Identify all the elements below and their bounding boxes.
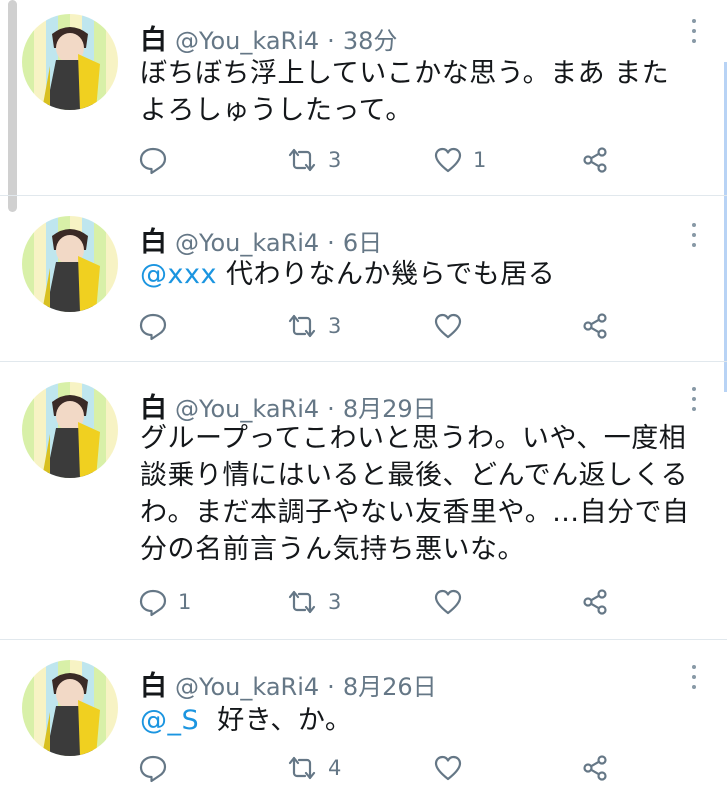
retweet-button[interactable]: 3 [286, 306, 341, 346]
separator-dot: · [327, 27, 335, 55]
retweet-count: 3 [328, 590, 342, 614]
separator-dot: · [327, 229, 335, 257]
reply-button[interactable]: 1 [138, 582, 191, 622]
timestamp[interactable]: 38分 [343, 21, 398, 56]
share-icon [583, 589, 607, 615]
timestamp[interactable]: 8月26日 [343, 667, 437, 702]
timeline: 白 @You_kaRi4 · 38分 ぼちぼち浮上していこかな思う。まあ また … [0, 0, 727, 800]
share-icon [583, 755, 607, 781]
retweet-icon [288, 314, 316, 338]
tweet-line: よろしゅうしたって。 [140, 95, 413, 126]
like-button[interactable] [433, 748, 473, 788]
tweet-actions: 3 [0, 306, 727, 346]
heart-icon [434, 147, 462, 173]
retweet-icon [288, 756, 316, 780]
tweet[interactable]: 白 @You_kaRi4 · 8月29日 グループってこわいと思うわ。いや、一度… [0, 362, 727, 640]
like-button[interactable]: 1 [433, 140, 486, 180]
like-button[interactable] [433, 582, 473, 622]
display-name[interactable]: 白 [140, 18, 167, 57]
avatar-image [42, 27, 100, 110]
more-vertical-icon[interactable] [684, 16, 704, 46]
reply-button[interactable] [138, 306, 178, 346]
user-handle[interactable]: @You_kaRi4 [175, 395, 319, 423]
tweet-header: 白 @You_kaRi4 · 8月26日 [140, 664, 437, 703]
tweet-line: 好き、か。 [199, 705, 353, 736]
user-handle[interactable]: @You_kaRi4 [175, 27, 319, 55]
retweet-button[interactable]: 3 [286, 140, 341, 180]
share-button[interactable] [580, 582, 610, 622]
retweet-icon [288, 590, 316, 614]
tweet-line: 談乗り情にはいると最後、どんでん返しくる [140, 460, 689, 491]
share-button[interactable] [580, 140, 610, 180]
share-icon [583, 147, 607, 173]
heart-icon [434, 589, 462, 615]
avatar[interactable] [22, 14, 118, 110]
reply-count: 1 [178, 590, 192, 614]
tweet-text: ぼちぼち浮上していこかな思う。まあ また よろしゅうしたって。 [140, 55, 710, 129]
retweet-count: 3 [328, 148, 342, 172]
mention-link[interactable]: @xxx [140, 259, 217, 290]
tweet-line: グループってこわいと思うわ。いや、一度相 [140, 423, 687, 454]
avatar[interactable] [22, 382, 118, 478]
avatar-image [42, 229, 100, 312]
reply-icon [139, 313, 167, 341]
tweet-line: ぼちぼち浮上していこかな思う。まあ また [140, 58, 670, 89]
tweet-actions: 3 1 [0, 140, 727, 180]
tweet-actions: 1 3 [0, 582, 727, 622]
user-handle[interactable]: @You_kaRi4 [175, 229, 319, 257]
separator-dot: · [327, 673, 335, 701]
tweet[interactable]: 白 @You_kaRi4 · 6日 @xxx 代わりなんか幾らでも居る 3 [0, 196, 727, 362]
share-icon [583, 313, 607, 339]
display-name[interactable]: 白 [140, 664, 167, 703]
tweet-header: 白 @You_kaRi4 · 38分 [140, 18, 397, 57]
retweet-button[interactable]: 4 [286, 748, 341, 788]
more-vertical-icon[interactable] [684, 384, 704, 414]
tweet-text: グループってこわいと思うわ。いや、一度相 談乗り情にはいると最後、どんでん返しく… [140, 420, 710, 568]
tweet-actions: 4 [0, 748, 727, 788]
tweet-line: 分の名前言うん気持ち悪いな。 [140, 534, 525, 565]
separator-dot: · [327, 395, 335, 423]
user-handle[interactable]: @You_kaRi4 [175, 673, 319, 701]
reply-icon [139, 589, 167, 617]
like-count: 1 [473, 148, 487, 172]
avatar-image [42, 395, 100, 478]
share-button[interactable] [580, 748, 610, 788]
share-button[interactable] [580, 306, 610, 346]
retweet-count: 3 [328, 314, 342, 338]
avatar[interactable] [22, 216, 118, 312]
reply-icon [139, 755, 167, 783]
tweet[interactable]: 白 @You_kaRi4 · 8月26日 @_S 好き、か。 4 [0, 640, 727, 800]
tweet-line: わ。まだ本調子やない友香里や。...自分で自 [140, 497, 690, 528]
tweet-header: 白 @You_kaRi4 · 6日 [140, 220, 382, 259]
avatar[interactable] [22, 660, 118, 756]
tweet-text: @_S 好き、か。 [140, 702, 710, 739]
timestamp[interactable]: 6日 [343, 223, 382, 258]
retweet-icon [288, 148, 316, 172]
retweet-count: 4 [328, 756, 342, 780]
tweet-text: @xxx 代わりなんか幾らでも居る [140, 256, 710, 293]
like-button[interactable] [433, 306, 473, 346]
tweet[interactable]: 白 @You_kaRi4 · 38分 ぼちぼち浮上していこかな思う。まあ また … [0, 0, 727, 196]
more-vertical-icon[interactable] [684, 662, 704, 692]
more-vertical-icon[interactable] [684, 220, 704, 250]
reply-icon [139, 147, 167, 175]
reply-button[interactable] [138, 140, 178, 180]
reply-button[interactable] [138, 748, 178, 788]
tweet-line: 代わりなんか幾らでも居る [216, 259, 556, 290]
retweet-button[interactable]: 3 [286, 582, 341, 622]
heart-icon [434, 313, 462, 339]
display-name[interactable]: 白 [140, 220, 167, 259]
timestamp[interactable]: 8月29日 [343, 389, 437, 424]
heart-icon [434, 755, 462, 781]
mention-link[interactable]: @_S [140, 705, 199, 736]
avatar-image [42, 673, 100, 756]
